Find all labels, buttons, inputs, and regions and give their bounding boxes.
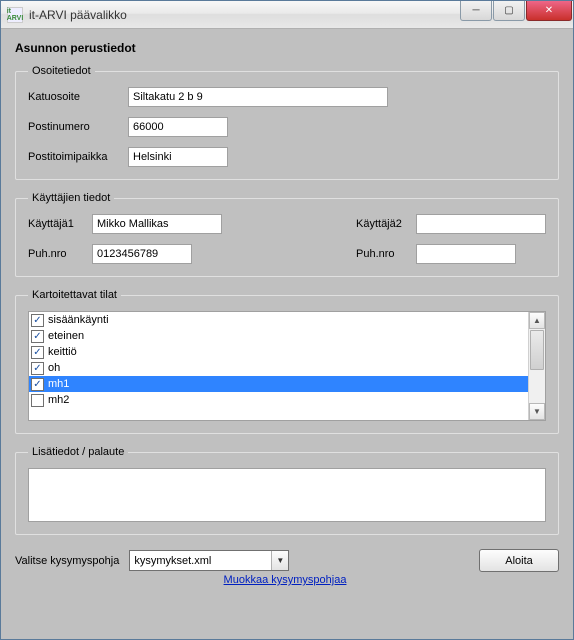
- maximize-button[interactable]: ▢: [493, 1, 525, 21]
- list-item[interactable]: ✓ sisäänkäynti: [29, 312, 528, 328]
- list-item-label: mh2: [48, 394, 69, 406]
- checkbox-icon[interactable]: ✓: [31, 346, 44, 359]
- bottom-row: Valitse kysymyspohja kysymykset.xml ▼ Al…: [15, 549, 559, 572]
- close-button[interactable]: ✕: [526, 1, 572, 21]
- minimize-button[interactable]: ─: [460, 1, 492, 21]
- group-feedback: Lisätiedot / palaute: [15, 446, 559, 535]
- list-item-label: keittiö: [48, 346, 77, 358]
- checkbox-icon[interactable]: [31, 394, 44, 407]
- window-title: it-ARVI päävalikko: [29, 8, 127, 22]
- postal-input[interactable]: [128, 117, 228, 137]
- street-label: Katuosoite: [28, 91, 128, 103]
- user2-phone-label: Puh.nro: [356, 248, 416, 260]
- client-area: Asunnon perustiedot Osoitetiedot Katuoso…: [1, 29, 573, 639]
- window-buttons: ─ ▢ ✕: [460, 1, 573, 21]
- checkbox-icon[interactable]: ✓: [31, 362, 44, 375]
- user2-input[interactable]: [416, 214, 546, 234]
- edit-template-link[interactable]: Muokkaa kysymyspohjaa: [205, 574, 365, 586]
- group-rooms-legend: Kartoitettavat tilat: [28, 289, 121, 301]
- city-label: Postitoimipaikka: [28, 151, 128, 163]
- checkbox-icon[interactable]: ✓: [31, 314, 44, 327]
- app-icon: it ARVI: [7, 7, 23, 23]
- rooms-listbox[interactable]: ✓sisäänkäynti✓eteinen✓keittiö✓oh✓mh1mh2 …: [28, 311, 546, 421]
- user2-label: Käyttäjä2: [356, 218, 416, 230]
- group-rooms: Kartoitettavat tilat ✓ sisäänkäynti ✓ etein…: [15, 289, 559, 434]
- list-item-label: oh: [48, 362, 60, 374]
- group-address-legend: Osoitetiedot: [28, 65, 95, 77]
- user1-phone-input[interactable]: [92, 244, 192, 264]
- list-item-label: eteinen: [48, 330, 84, 342]
- list-item-label: sisäänkäynti: [48, 314, 109, 326]
- list-item[interactable]: ✓ keittiö: [29, 344, 528, 360]
- page-title: Asunnon perustiedot: [15, 41, 559, 55]
- scroll-up-button[interactable]: ▲: [529, 312, 545, 329]
- street-input[interactable]: [128, 87, 388, 107]
- list-item[interactable]: mh2: [29, 392, 528, 408]
- user1-phone-label: Puh.nro: [28, 248, 92, 260]
- scroll-thumb[interactable]: [530, 330, 544, 370]
- checkbox-icon[interactable]: ✓: [31, 378, 44, 391]
- titlebar[interactable]: it ARVI it-ARVI päävalikko ─ ▢ ✕: [1, 1, 573, 29]
- rooms-scrollbar[interactable]: ▲ ▼: [528, 312, 545, 420]
- feedback-textarea[interactable]: [28, 468, 546, 522]
- group-feedback-legend: Lisätiedot / palaute: [28, 446, 128, 458]
- user2-phone-input[interactable]: [416, 244, 516, 264]
- checkbox-icon[interactable]: ✓: [31, 330, 44, 343]
- postal-label: Postinumero: [28, 121, 128, 133]
- group-users: Käyttäjien tiedot Käyttäjä1 Puh.nro Käyt…: [15, 192, 559, 277]
- template-selected-value: kysymykset.xml: [130, 555, 271, 567]
- template-label: Valitse kysymyspohja: [15, 555, 119, 567]
- scroll-down-button[interactable]: ▼: [529, 403, 545, 420]
- app-window: it ARVI it-ARVI päävalikko ─ ▢ ✕ Asunnon…: [0, 0, 574, 640]
- template-combobox[interactable]: kysymykset.xml ▼: [129, 550, 289, 571]
- start-button[interactable]: Aloita: [479, 549, 559, 572]
- user1-input[interactable]: [92, 214, 222, 234]
- list-item-label: mh1: [48, 378, 69, 390]
- list-item[interactable]: ✓ eteinen: [29, 328, 528, 344]
- group-users-legend: Käyttäjien tiedot: [28, 192, 114, 204]
- group-address: Osoitetiedot Katuosoite Postinumero Post…: [15, 65, 559, 180]
- list-item[interactable]: ✓ oh: [29, 360, 528, 376]
- chevron-down-icon[interactable]: ▼: [271, 551, 288, 570]
- user1-label: Käyttäjä1: [28, 218, 92, 230]
- list-item[interactable]: ✓ mh1: [29, 376, 528, 392]
- city-input[interactable]: [128, 147, 228, 167]
